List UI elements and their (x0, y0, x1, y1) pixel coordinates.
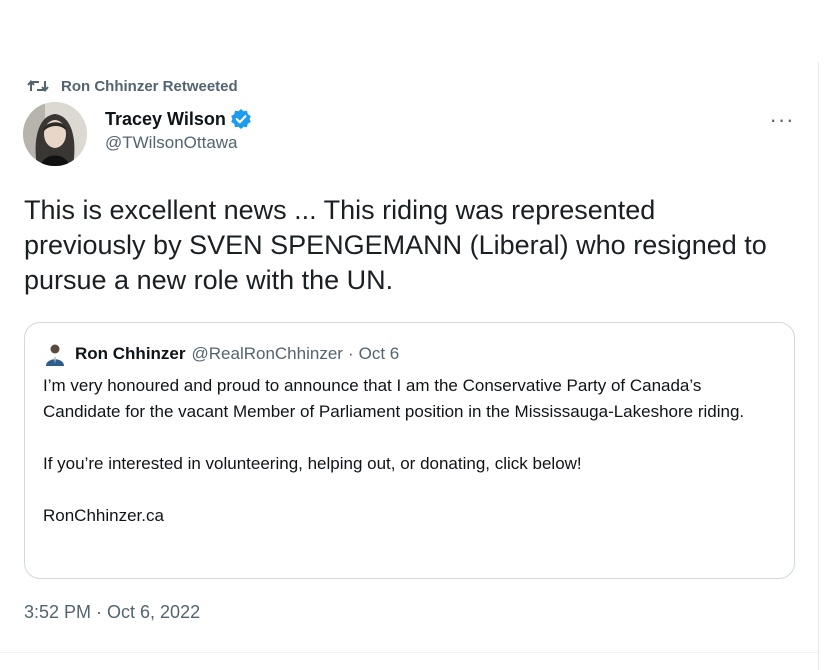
quote-paragraph: If you’re interested in volunteering, he… (43, 454, 582, 473)
quote-author-handle: @RealRonChhinzer (191, 344, 343, 363)
quote-date: Oct 6 (358, 344, 400, 363)
quote-separator: · (347, 344, 354, 363)
tweet-timestamp[interactable]: 3:52 PM · Oct 6, 2022 (24, 602, 200, 623)
quote-tweet-card[interactable]: Ron Chhinzer @RealRonChhinzer · Oct 6 I’… (24, 322, 795, 579)
tweet-text: This is excellent news ... This riding w… (24, 195, 775, 295)
tweet-author: Tracey Wilson @TWilsonOttawa (23, 102, 252, 168)
display-name-text: Tracey Wilson (105, 108, 226, 129)
avatar[interactable] (23, 102, 87, 166)
more-icon: ··· (769, 107, 795, 132)
quote-paragraph: I’m very honoured and proud to announce … (43, 376, 745, 421)
profile-photo-icon (23, 102, 87, 166)
quote-header: Ron Chhinzer @RealRonChhinzer · Oct 6 (43, 342, 400, 366)
user-handle[interactable]: @TWilsonOttawa (105, 133, 252, 153)
quote-author-name: Ron Chhinzer (75, 344, 186, 363)
display-name[interactable]: Tracey Wilson (105, 106, 252, 132)
quote-body: I’m very honoured and proud to announce … (43, 373, 783, 529)
verified-badge-icon (230, 108, 252, 130)
quote-avatar (43, 342, 67, 366)
divider (0, 652, 818, 653)
retweet-icon (27, 78, 49, 94)
quote-link[interactable]: RonChhinzer.ca (43, 503, 783, 529)
more-options-button[interactable]: ··· (768, 107, 796, 132)
retweet-context[interactable]: Ron Chhinzer Retweeted (27, 76, 238, 96)
retweet-label: Ron Chhinzer Retweeted (61, 77, 238, 95)
